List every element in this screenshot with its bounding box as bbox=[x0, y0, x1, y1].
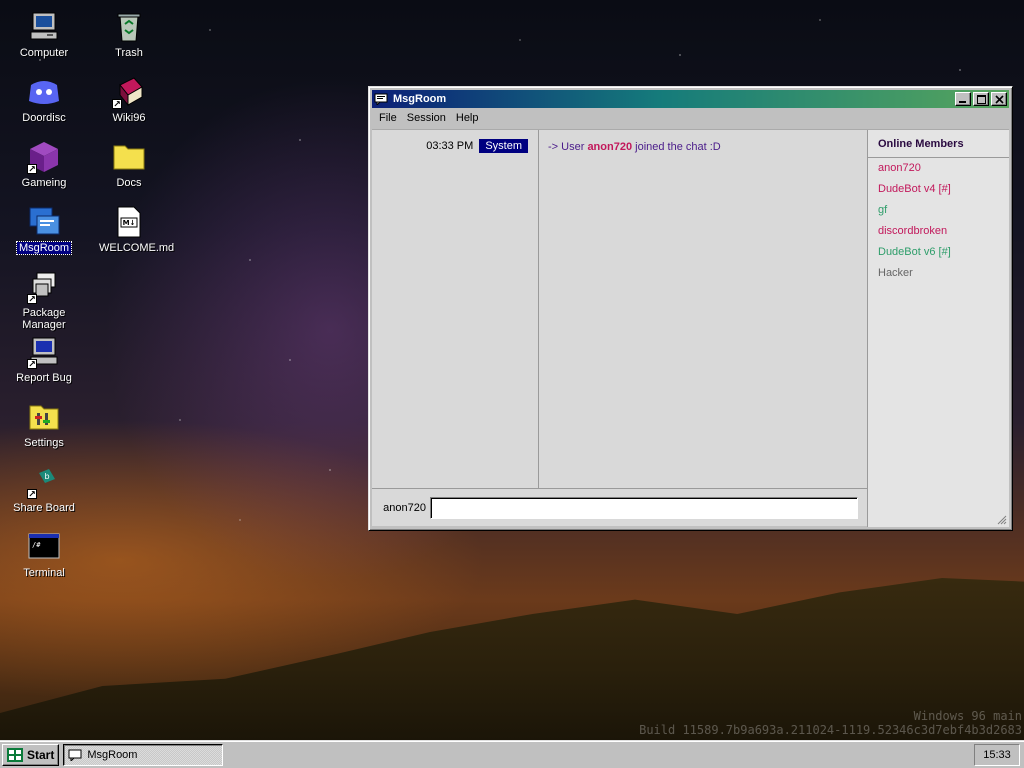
member-item[interactable]: DudeBot v6 [#] bbox=[868, 242, 1009, 263]
system-tray-clock[interactable]: 15:33 bbox=[974, 743, 1020, 766]
member-item[interactable]: DudeBot v4 [#] bbox=[868, 179, 1009, 200]
message-username: anon720 bbox=[587, 141, 633, 153]
desktop-icon-settings[interactable]: Settings bbox=[4, 400, 84, 449]
message-list[interactable]: -> User anon720 joined the chat :D bbox=[540, 130, 867, 488]
desktop-icon-docs[interactable]: Docs bbox=[89, 140, 169, 189]
desktop-icon-computer[interactable]: Computer bbox=[4, 10, 84, 59]
settings-folder-icon bbox=[27, 400, 61, 434]
desktop-icon-label: MsgRoom bbox=[15, 241, 73, 255]
watermark-line-1: Windows 96 main bbox=[913, 709, 1022, 723]
desktop-icon-gameing[interactable]: ↗ Gameing bbox=[4, 140, 84, 189]
member-item[interactable]: anon720 bbox=[868, 158, 1009, 179]
members-panel: Online Members anon720 DudeBot v4 [#] gf… bbox=[867, 130, 1009, 527]
markdown-file-icon: M↓ bbox=[112, 205, 146, 239]
minimize-icon bbox=[959, 101, 966, 103]
svg-text:b: b bbox=[44, 472, 49, 481]
shortcut-arrow-icon: ↗ bbox=[27, 359, 37, 369]
desktop-icon-label: WELCOME.md bbox=[99, 242, 175, 254]
menu-bar: File Session Help bbox=[372, 108, 1009, 128]
message-meta-column: 03:33 PM System bbox=[372, 130, 539, 488]
desktop-icon-wiki96[interactable]: ↗ Wiki96 bbox=[89, 75, 169, 124]
message-time: 03:33 PM bbox=[426, 140, 474, 152]
desktop-icon-label: Gameing bbox=[21, 177, 67, 189]
close-icon bbox=[995, 95, 1004, 104]
desktop-icon-label: Wiki96 bbox=[112, 112, 146, 124]
desktop-icon-welcome[interactable]: M↓ WELCOME.md bbox=[89, 205, 175, 254]
desktop-icon-report-bug[interactable]: ↗ Report Bug bbox=[4, 335, 84, 384]
maximize-icon bbox=[977, 95, 986, 104]
taskbar: Start MsgRoom 15:33 bbox=[0, 740, 1024, 768]
desktop-icon-share-board[interactable]: b ↗ Share Board bbox=[4, 465, 84, 514]
book-icon: ↗ bbox=[112, 75, 146, 109]
clock-time: 15:33 bbox=[983, 748, 1011, 761]
shortcut-arrow-icon: ↗ bbox=[27, 294, 37, 304]
msgroom-window[interactable]: MsgRoom File Session Help 03:33 PM Syste… bbox=[368, 86, 1013, 531]
desktop-icon-label: Terminal bbox=[23, 567, 65, 579]
resize-grip-icon[interactable] bbox=[997, 515, 1007, 525]
start-button[interactable]: Start bbox=[2, 743, 60, 766]
chat-body: 03:33 PM System -> User anon720 joined t… bbox=[372, 129, 1009, 527]
message-sender-badge: System bbox=[479, 139, 528, 153]
start-logo-icon bbox=[7, 747, 23, 762]
start-label: Start bbox=[27, 747, 55, 762]
menu-session[interactable]: Session bbox=[402, 110, 451, 126]
close-button[interactable] bbox=[991, 92, 1007, 106]
desktop-icon-doordisc[interactable]: Doordisc bbox=[4, 75, 84, 124]
svg-text:/#: /# bbox=[32, 541, 41, 549]
message-meta: 03:33 PM System bbox=[372, 130, 538, 153]
chat-bubble-icon bbox=[374, 93, 388, 105]
computer-icon bbox=[27, 10, 61, 44]
chat-bubble-icon bbox=[68, 749, 82, 761]
trash-icon bbox=[112, 10, 146, 44]
member-item[interactable]: Hacker bbox=[868, 263, 1009, 284]
share-board-icon: b ↗ bbox=[27, 465, 61, 499]
desktop-icon-trash[interactable]: Trash bbox=[89, 10, 169, 59]
current-username-label: anon720 bbox=[383, 502, 426, 514]
terminal-icon: /# bbox=[27, 530, 61, 564]
doordisc-icon bbox=[27, 75, 61, 109]
desktop-icon-label: Report Bug bbox=[16, 372, 72, 384]
title-bar[interactable]: MsgRoom bbox=[372, 90, 1009, 108]
desktop-icon-label: Trash bbox=[115, 47, 143, 59]
desktop-icon-package-manager[interactable]: ↗ Package Manager bbox=[4, 270, 84, 331]
message-suffix: joined the chat :D bbox=[635, 141, 721, 153]
window-title: MsgRoom bbox=[393, 93, 447, 105]
shortcut-arrow-icon: ↗ bbox=[112, 99, 122, 109]
desktop-icon-label: Settings bbox=[24, 437, 64, 449]
desktop-icon-msgroom[interactable]: MsgRoom bbox=[4, 205, 84, 255]
compose-row: anon720 bbox=[372, 488, 867, 527]
message-input[interactable] bbox=[430, 497, 858, 519]
menu-help[interactable]: Help bbox=[451, 110, 484, 126]
taskbar-button-label: MsgRoom bbox=[87, 748, 138, 761]
shortcut-arrow-icon: ↗ bbox=[27, 489, 37, 499]
minimize-button[interactable] bbox=[955, 92, 971, 106]
desktop-icon-label: Share Board bbox=[13, 502, 75, 514]
member-item[interactable]: gf bbox=[868, 200, 1009, 221]
message-prefix: -> User bbox=[548, 141, 585, 153]
chat-app-icon bbox=[27, 205, 61, 239]
message-text: -> User anon720 joined the chat :D bbox=[540, 130, 867, 153]
svg-text:M↓: M↓ bbox=[123, 219, 136, 227]
members-title: Online Members bbox=[868, 130, 1009, 158]
watermark-line-2: Build 11589.7b9a693a.211024-1119.52346c3… bbox=[639, 723, 1022, 737]
desktop-icon-label: Doordisc bbox=[22, 112, 66, 124]
cube-icon: ↗ bbox=[27, 140, 61, 174]
desktop-icon-label: Computer bbox=[19, 47, 69, 59]
bug-report-icon: ↗ bbox=[27, 335, 61, 369]
maximize-button[interactable] bbox=[973, 92, 989, 106]
taskbar-button-msgroom[interactable]: MsgRoom bbox=[63, 743, 224, 766]
desktop-icon-label: Docs bbox=[116, 177, 142, 189]
menu-file[interactable]: File bbox=[374, 110, 402, 126]
member-item[interactable]: discordbroken bbox=[868, 221, 1009, 242]
package-icon: ↗ bbox=[27, 270, 61, 304]
build-watermark: Windows 96 main Build 11589.7b9a693a.211… bbox=[639, 709, 1022, 737]
shortcut-arrow-icon: ↗ bbox=[27, 164, 37, 174]
folder-icon bbox=[112, 140, 146, 174]
desktop-icon-terminal[interactable]: /# Terminal bbox=[4, 530, 84, 579]
desktop-icon-label: Package Manager bbox=[22, 307, 66, 331]
